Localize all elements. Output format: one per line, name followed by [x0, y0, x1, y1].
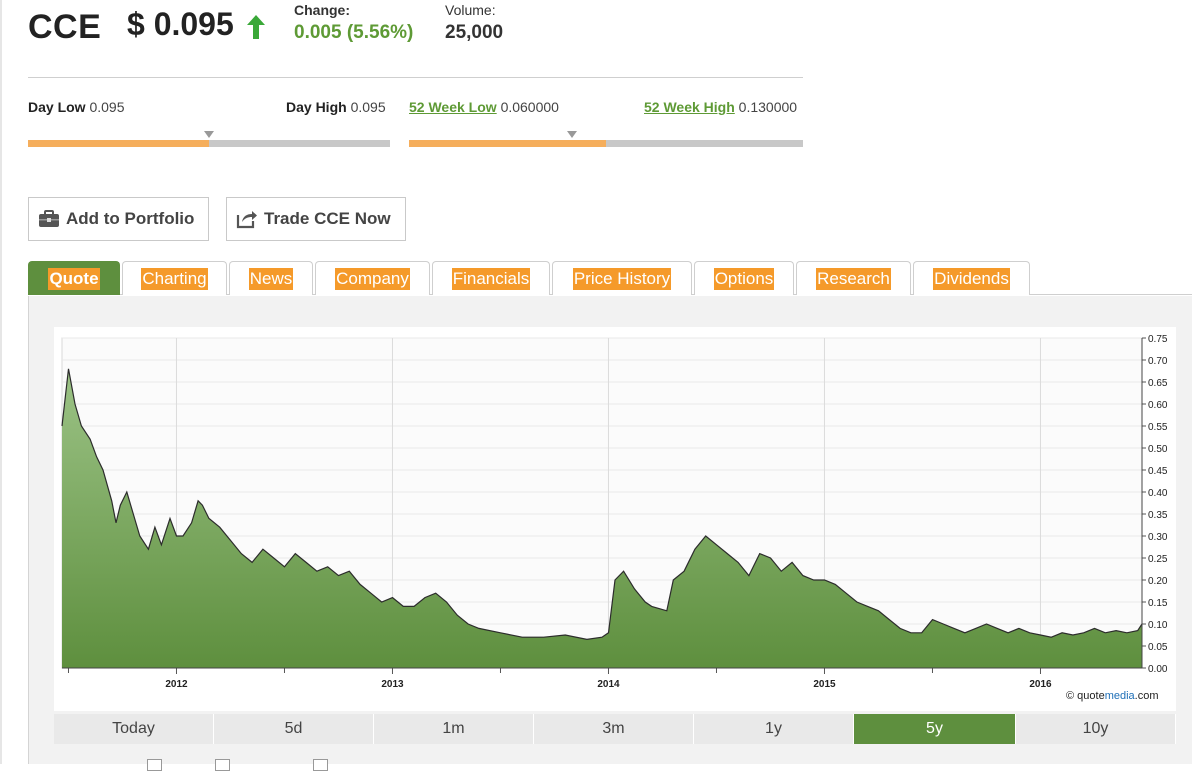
range-1y-button[interactable]: 1y: [694, 714, 854, 744]
range-selector: Today 5d 1m 3m 1y 5y 10y: [54, 714, 1176, 744]
tab-label: Charting: [141, 267, 208, 290]
x-tick-label: 2014: [597, 679, 620, 690]
price-chart[interactable]: 0.00 0.05 0.10 0.15 0.20 0.25 0.30 0.35 0.40 0.45…: [54, 327, 1176, 711]
option-checkbox[interactable]: [215, 759, 230, 771]
y-tick-label: 0.05: [1148, 642, 1168, 653]
range-label: 10y: [1082, 720, 1109, 737]
range-label: 5y: [926, 720, 943, 737]
change-value: 0.005 (5.56%): [294, 22, 414, 43]
add-to-portfolio-button[interactable]: Add to Portfolio: [28, 197, 209, 241]
day-range-bar: [28, 140, 390, 147]
change-label: Change:: [294, 2, 350, 18]
week52-range-bar: [409, 140, 803, 147]
volume-value: 25,000: [445, 22, 504, 43]
y-tick-label: 0.00: [1148, 664, 1168, 675]
y-tick-label: 0.10: [1148, 620, 1168, 631]
week52-range-marker: [567, 131, 577, 138]
credit-pre: © quote: [1066, 690, 1105, 702]
tab-label: Company: [335, 267, 410, 290]
x-tick-label: 2012: [165, 679, 188, 690]
option-checkbox[interactable]: [313, 759, 328, 771]
range-label: 3m: [602, 720, 625, 737]
page-left-border: [0, 0, 2, 764]
tab-dividends[interactable]: Dividends: [913, 261, 1030, 295]
header-divider: [28, 77, 803, 78]
tab-label: News: [248, 267, 294, 290]
range-1m-button[interactable]: 1m: [374, 714, 534, 744]
range-3m-button[interactable]: 3m: [534, 714, 694, 744]
y-tick-label: 0.70: [1148, 356, 1168, 367]
tab-news[interactable]: News: [229, 261, 313, 295]
tab-label: Quote: [48, 267, 100, 290]
tab-options[interactable]: Options: [694, 261, 794, 295]
tab-label: Options: [713, 267, 775, 290]
tab-charting[interactable]: Charting: [122, 261, 227, 295]
week52-high-link[interactable]: 52 Week High: [644, 99, 735, 115]
x-tick-label: 2016: [1029, 679, 1052, 690]
y-tick-label: 0.15: [1148, 598, 1168, 609]
tab-label: Price History: [572, 267, 672, 290]
add-to-portfolio-label: Add to Portfolio: [66, 209, 195, 228]
y-tick-label: 0.25: [1148, 554, 1168, 565]
day-low-value: 0.095: [89, 99, 125, 115]
range-label: 1y: [765, 720, 782, 737]
y-tick-label: 0.35: [1148, 510, 1168, 521]
tab-label: Research: [816, 267, 891, 290]
range-5d-button[interactable]: 5d: [214, 714, 374, 744]
tab-label: Dividends: [933, 267, 1010, 290]
range-label: Today: [112, 720, 155, 737]
week52-low-value: 0.060000: [500, 99, 559, 115]
range-10y-button[interactable]: 10y: [1016, 714, 1176, 744]
week52-high: 52 Week High 0.130000: [644, 99, 797, 115]
week52-low: 52 Week Low 0.060000: [409, 99, 559, 115]
tab-company[interactable]: Company: [315, 261, 430, 295]
option-checkbox[interactable]: [147, 759, 162, 771]
briefcase-icon: [39, 210, 59, 227]
tab-label: Financials: [451, 267, 531, 290]
range-label: 5d: [284, 720, 303, 737]
credit-post: .com: [1134, 690, 1159, 702]
day-low-label: Day Low: [28, 99, 86, 115]
last-price: $ 0.095: [127, 6, 234, 42]
quotemedia-credit: © quotemedia.com: [1066, 690, 1159, 702]
tab-quote[interactable]: Quote: [28, 261, 120, 295]
day-high-value: 0.095: [350, 99, 386, 115]
y-tick-label: 0.40: [1148, 488, 1168, 499]
range-5y-button[interactable]: 5y: [854, 714, 1016, 744]
y-tick-label: 0.30: [1148, 532, 1168, 543]
day-range-marker: [204, 131, 214, 138]
day-low: Day Low 0.095: [28, 99, 125, 115]
range-label: 1m: [442, 720, 465, 737]
x-tick-label: 2015: [813, 679, 836, 690]
tab-financials[interactable]: Financials: [432, 261, 550, 295]
tab-price-history[interactable]: Price History: [552, 261, 692, 295]
y-tick-label: 0.45: [1148, 466, 1168, 477]
y-tick-label: 0.60: [1148, 400, 1168, 411]
day-high: Day High 0.095: [286, 99, 386, 115]
week52-low-link[interactable]: 52 Week Low: [409, 99, 497, 115]
trade-now-label: Trade CCE Now: [264, 209, 391, 228]
y-tick-label: 0.65: [1148, 378, 1168, 389]
week52-range-fill: [409, 140, 606, 147]
share-external-icon: [236, 211, 257, 229]
credit-brand: media: [1104, 690, 1135, 702]
y-tick-label: 0.55: [1148, 422, 1168, 433]
volume-label: Volume:: [445, 2, 496, 18]
week52-high-value: 0.130000: [738, 99, 798, 115]
ticker-symbol: CCE: [28, 8, 102, 46]
day-high-label: Day High: [286, 99, 347, 115]
y-tick-label: 0.75: [1148, 334, 1168, 345]
range-today-button[interactable]: Today: [54, 714, 214, 744]
day-range-fill: [28, 140, 209, 147]
tab-research[interactable]: Research: [796, 261, 911, 295]
y-tick-label: 0.20: [1148, 576, 1168, 587]
trade-now-button[interactable]: Trade CCE Now: [226, 197, 406, 241]
price-up-arrow-icon: [247, 15, 265, 39]
x-tick-label: 2013: [381, 679, 404, 690]
y-tick-label: 0.50: [1148, 444, 1168, 455]
